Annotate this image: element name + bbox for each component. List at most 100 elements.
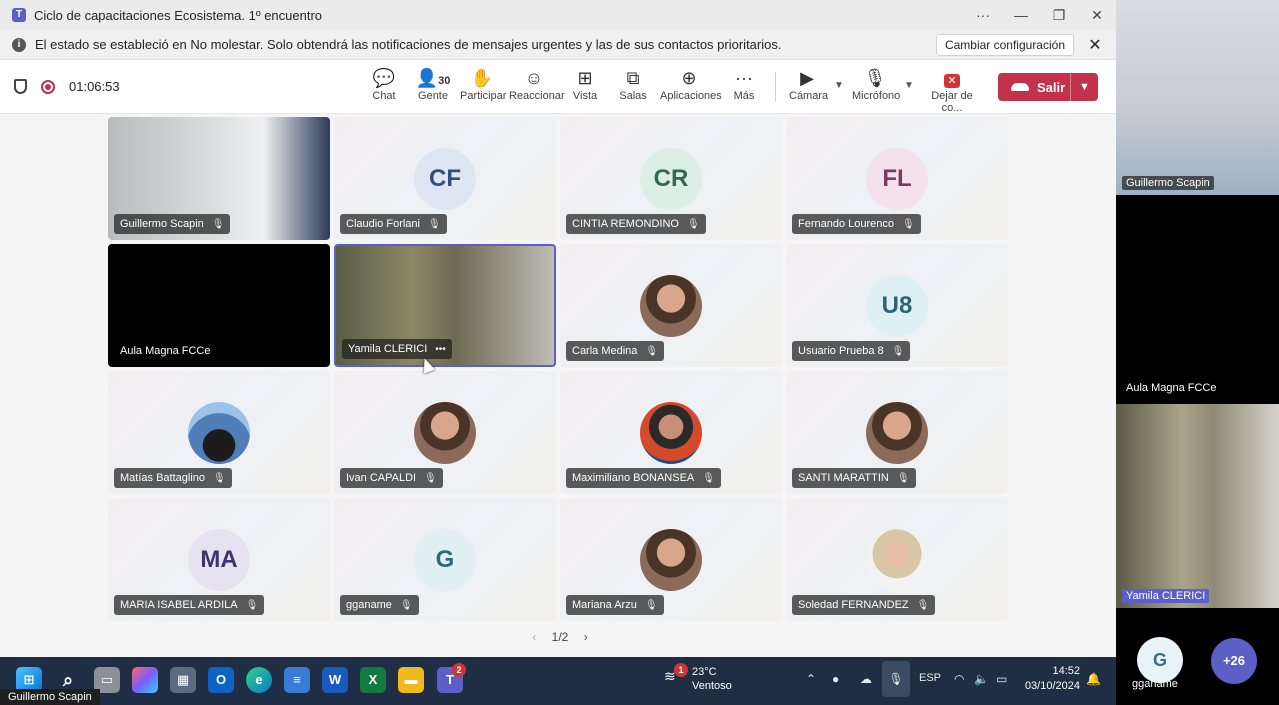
notepad-icon[interactable]: ≡ xyxy=(284,667,310,693)
mic-off-icon: 🎙 xyxy=(213,473,226,484)
ellipsis-icon: ··· xyxy=(735,68,753,88)
minimize-button[interactable]: — xyxy=(1002,0,1040,30)
participant-tile[interactable]: Matías Battaglino 🎙 xyxy=(108,371,330,494)
camera-label: Cámara xyxy=(789,90,829,102)
rooms-icon: ⧉ xyxy=(626,68,640,88)
people-button[interactable]: 👤30 Gente xyxy=(412,66,454,110)
active-speaker-tile[interactable]: Yamila CLERICI ••• xyxy=(334,244,556,367)
meeting-timer: 01:06:53 xyxy=(69,79,120,94)
file-explorer-icon[interactable]: ▬ xyxy=(398,667,424,693)
dnd-message: El estado se estableció en No molestar. … xyxy=(35,37,782,52)
wifi-icon[interactable]: ◠ xyxy=(954,672,964,686)
participant-name-tag: Carla Medina 🎙 xyxy=(566,341,665,361)
participant-tile[interactable]: G gganame 🎙 xyxy=(334,498,556,621)
participant-name-tag: Soledad FERNANDEZ 🎙 xyxy=(792,595,936,615)
react-button[interactable]: ☺ Reaccionar xyxy=(509,66,565,110)
info-icon: i xyxy=(12,37,26,52)
side-video-guillermo[interactable]: Guillermo Scapin xyxy=(1116,0,1279,195)
more-options-icon[interactable]: ••• xyxy=(435,340,446,360)
apps-button[interactable]: ⊕ Aplicaciones xyxy=(660,66,722,110)
participant-tile[interactable]: Carla Medina 🎙 xyxy=(560,244,782,367)
prev-page-button[interactable]: ‹ xyxy=(532,630,536,644)
next-page-button[interactable]: › xyxy=(584,630,588,644)
side-avatar[interactable]: G xyxy=(1137,637,1183,683)
camera-button[interactable]: ▶ Cámara xyxy=(789,66,829,110)
edge-icon[interactable]: e xyxy=(246,667,272,693)
participant-tile[interactable]: Maximiliano BONANSEA 🎙 xyxy=(560,371,782,494)
rooms-button[interactable]: ⧉ Salas xyxy=(618,66,648,110)
side-video-yamila[interactable]: Yamila CLERICI xyxy=(1116,404,1279,608)
excel-icon[interactable]: X xyxy=(360,667,386,693)
raise-hand-button[interactable]: ✋ Participar xyxy=(460,66,506,110)
chat-label: Chat xyxy=(372,90,396,102)
apps-label: Aplicaciones xyxy=(660,90,722,102)
more-options-button[interactable]: ··· xyxy=(964,0,1002,30)
avatar-photo xyxy=(866,402,928,464)
participant-name-tag: SANTI MARATTIN 🎙 xyxy=(792,468,916,488)
outlook-icon[interactable]: O xyxy=(208,667,234,693)
side-video-panel: Guillermo Scapin Aula Magna FCCe Yamila … xyxy=(1116,0,1279,705)
pagination: ‹ 1/2 › xyxy=(520,630,600,644)
copilot-tray-icon[interactable]: ● xyxy=(832,672,839,686)
weather-widget[interactable]: ≋ 1 23°C Ventoso xyxy=(664,663,732,693)
view-button[interactable]: ⊞ Vista xyxy=(570,66,600,110)
leave-button[interactable]: Salir ▼ xyxy=(998,73,1098,101)
dismiss-notice-button[interactable]: ✕ xyxy=(1086,35,1104,55)
system-clock[interactable]: 14:52 03/10/2024 xyxy=(1022,664,1080,694)
participant-tile[interactable]: CF Claudio Forlani 🎙 xyxy=(334,117,556,240)
participant-tile[interactable]: Mariana Arzu 🎙 xyxy=(560,498,782,621)
battery-icon[interactable]: ▭ xyxy=(996,672,1007,686)
participant-tile[interactable]: Aula Magna FCCe xyxy=(108,244,330,367)
mic-button[interactable]: 🎙 Micrófono xyxy=(852,66,900,110)
close-window-button[interactable]: ✕ xyxy=(1078,0,1116,30)
weather-badge: 1 xyxy=(674,663,688,677)
change-settings-button[interactable]: Cambiar configuración xyxy=(935,33,1074,56)
participant-tile[interactable]: FL Fernando Lourenco 🎙 xyxy=(786,117,1008,240)
mic-off-icon: 🎙 xyxy=(245,600,259,611)
participant-tile[interactable]: U8 Usuario Prueba 8 🎙 xyxy=(786,244,1008,367)
restore-button[interactable]: ❐ xyxy=(1040,0,1078,30)
participant-tile[interactable]: MA MARIA ISABEL ARDILA 🎙 xyxy=(108,498,330,621)
mic-in-use-icon[interactable]: 🎙 xyxy=(882,661,910,697)
weather-condition: Ventoso xyxy=(692,680,732,692)
mic-options-chevron-icon[interactable]: ▼ xyxy=(904,80,914,91)
copilot-icon[interactable] xyxy=(132,667,158,693)
meeting-toolbar: 01:06:53 💬 Chat 👤30 Gente ✋ Participar ☺… xyxy=(0,60,1116,114)
leave-label: Salir xyxy=(1037,79,1066,95)
input-language[interactable]: ESP xyxy=(919,672,941,684)
participant-tile[interactable]: Ivan CAPALDI 🎙 xyxy=(334,371,556,494)
word-icon[interactable]: W xyxy=(322,667,348,693)
shield-icon[interactable] xyxy=(14,79,27,94)
participant-name-tag: Maximiliano BONANSEA 🎙 xyxy=(566,468,721,488)
participant-tile[interactable]: Guillermo Scapin 🎙 xyxy=(108,117,330,240)
chat-button[interactable]: 💬 Chat xyxy=(368,66,400,110)
mic-off-icon: 🎙 xyxy=(916,600,930,611)
react-label: Reaccionar xyxy=(509,90,565,102)
hand-icon: ✋ xyxy=(470,68,494,88)
participant-tile[interactable]: SANTI MARATTIN 🎙 xyxy=(786,371,1008,494)
calculator-icon[interactable]: ▦ xyxy=(170,667,196,693)
side-name-tag: Yamila CLERICI xyxy=(1122,589,1210,603)
participant-name-tag: Ivan CAPALDI 🎙 xyxy=(340,468,443,488)
teams-meeting-window: T Ciclo de capacitaciones Ecosistema. 1º… xyxy=(0,0,1116,705)
more-button[interactable]: ··· Más xyxy=(730,66,758,110)
more-participants-button[interactable]: +26 xyxy=(1211,638,1257,684)
mic-off-icon: 🎙 xyxy=(891,346,905,357)
participant-tile[interactable]: Soledad FERNANDEZ 🎙 xyxy=(786,498,1008,621)
stop-share-icon: ✕ xyxy=(944,74,960,88)
show-hidden-icons-chevron-icon[interactable]: ⌃ xyxy=(806,672,816,686)
volume-muted-icon[interactable]: 🔈 xyxy=(974,672,989,686)
mic-off-icon: 🎙 xyxy=(902,219,915,230)
view-label: Vista xyxy=(572,90,598,102)
camera-options-chevron-icon[interactable]: ▼ xyxy=(834,80,844,91)
smiley-icon: ☺ xyxy=(524,68,544,88)
onedrive-icon[interactable]: ☁ xyxy=(860,672,872,686)
avatar: CR xyxy=(640,148,702,210)
participant-name-tag: Claudio Forlani 🎙 xyxy=(340,214,447,234)
participant-name-tag: Aula Magna FCCe xyxy=(120,345,211,357)
participant-tile[interactable]: CR CINTIA REMONDINO 🎙 xyxy=(560,117,782,240)
chat-bubble-icon: 💬 xyxy=(372,68,396,88)
notifications-bell-icon[interactable]: 🔔 xyxy=(1086,672,1101,686)
stop-sharing-button[interactable]: ✕ Dejar de co... xyxy=(922,66,982,114)
leave-options-chevron-icon[interactable]: ▼ xyxy=(1070,73,1098,101)
